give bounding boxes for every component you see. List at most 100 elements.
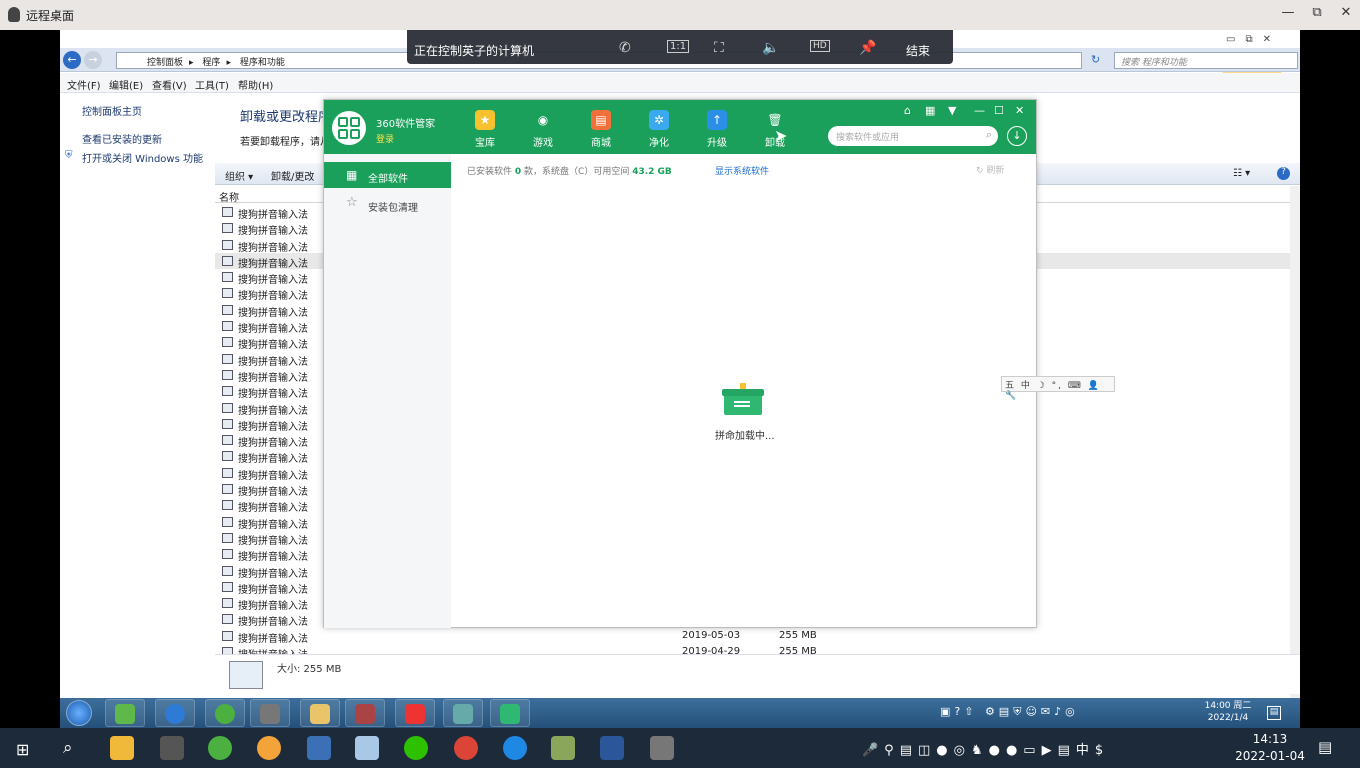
control-panel-home-link[interactable]: 控制面板主页 <box>82 103 142 118</box>
menu-view[interactable]: 查看(V) <box>152 77 187 92</box>
camera-icon[interactable] <box>160 736 184 760</box>
end-button[interactable]: 结束 <box>906 42 930 59</box>
program-name: 搜狗拼音输入法 <box>238 405 308 417</box>
program-name: 搜狗拼音输入法 <box>238 584 308 596</box>
taskbar-clock[interactable]: 14:13 2022-01-04 <box>1230 731 1310 765</box>
menu-tools[interactable]: 工具(T) <box>195 77 229 92</box>
search-input[interactable]: 搜索 程序和功能 <box>1114 52 1298 69</box>
taskbar-ie-icon[interactable] <box>155 699 195 727</box>
table-row[interactable]: 搜狗拼音输入法 2019-05-03 255 MB <box>215 628 1290 645</box>
360-logo-icon <box>332 111 366 145</box>
windows-features-link[interactable]: 打开或关闭 Windows 功能 <box>82 150 203 165</box>
menu-help[interactable]: 帮助(H) <box>238 77 273 92</box>
calculator-icon[interactable] <box>307 736 331 760</box>
forward-icon[interactable]: → <box>84 51 102 69</box>
taskbar-app-icon[interactable] <box>105 699 145 727</box>
sidebar-item-package-cleanup[interactable]: ☆ 安装包清理 <box>324 190 451 216</box>
remote-desktop-icon[interactable] <box>650 736 674 760</box>
system-tray[interactable]: 🎤⚲▤◫●◎♞●●▭▶▤中$ <box>862 739 1109 758</box>
program-icon <box>222 304 233 315</box>
ratio-1-1-icon[interactable]: 1:1 <box>667 40 690 53</box>
nav-upload-arrow[interactable]: ↑ 升级 <box>693 110 741 150</box>
breadcrumb-item[interactable]: 程序和功能 <box>240 58 285 68</box>
program-name: 搜狗拼音输入法 <box>238 633 308 645</box>
refresh-icon[interactable]: ↻ <box>1091 53 1100 66</box>
360-browser-icon[interactable] <box>257 736 281 760</box>
action-center-icon[interactable]: ▤ <box>1318 738 1332 756</box>
envelope-icon[interactable] <box>551 736 575 760</box>
program-name: 搜狗拼音输入法 <box>238 617 308 629</box>
uninstall-change-button[interactable]: 卸载/更改 <box>271 168 314 183</box>
minimize-icon[interactable]: — <box>974 104 985 117</box>
system-tray[interactable]: ▣?⇧ ⚙▤⛨☺✉♪◎ <box>940 705 1079 719</box>
fit-screen-icon[interactable]: ⛶ <box>714 40 724 56</box>
taskbar-360-icon[interactable] <box>490 699 530 727</box>
breadcrumb-item[interactable]: 控制面板 <box>147 58 183 68</box>
refresh-button[interactable]: ↻ 刷新 <box>976 163 1004 176</box>
taskbar-wps-icon[interactable] <box>395 699 435 727</box>
ime-toolbar[interactable]: 五 中 ☽ °, ⌨ 👤 🔧 <box>1001 376 1115 401</box>
windows-start-icon[interactable]: ⊞ <box>16 740 29 759</box>
taskbar-remote-icon[interactable] <box>443 699 483 727</box>
menu-dropdown-icon[interactable]: ▼ <box>948 104 956 117</box>
skin-icon[interactable]: ⌂ <box>904 104 911 117</box>
download-icon[interactable]: ↓ <box>1007 126 1027 146</box>
taskbar-app-icon[interactable] <box>250 699 290 727</box>
program-name: 搜狗拼音输入法 <box>238 307 308 319</box>
fan-icon: ✲ <box>649 110 669 130</box>
sidebar-item-all-software[interactable]: ▦ 全部软件 <box>324 162 451 188</box>
program-name: 搜狗拼音输入法 <box>238 389 308 401</box>
phone-icon[interactable]: ✆ <box>619 40 631 56</box>
taskbar-clock[interactable]: 14:00 周二 2022/1/4 <box>1193 700 1263 724</box>
start-orb-icon[interactable] <box>66 700 92 726</box>
maximize-icon[interactable]: ☐ <box>994 104 1004 117</box>
apps-grid-icon[interactable]: ▦ <box>925 104 935 117</box>
program-icon <box>222 565 233 576</box>
view-installed-updates-link[interactable]: 查看已安装的更新 <box>82 131 162 146</box>
back-icon[interactable]: ← <box>63 51 81 69</box>
close-button[interactable]: ✕ <box>1336 5 1356 23</box>
program-icon <box>222 272 233 283</box>
program-icon <box>222 369 233 380</box>
close-icon[interactable]: ✕ <box>1015 104 1024 117</box>
app-search-input[interactable]: 搜索软件或应用 ⌕ <box>828 126 998 146</box>
program-icon <box>222 500 233 511</box>
menu-edit[interactable]: 编辑(E) <box>109 77 143 92</box>
search-icon[interactable]: ⌕ <box>986 128 992 142</box>
minimize-button[interactable]: — <box>1278 5 1298 23</box>
program-icon <box>222 207 233 217</box>
360-software-manager-window: 360软件管家 登录 ⌂ ▦ ▼ ☐ — ✕ 搜索软件或应用 ⌕ ↓ ★ 宝库 ◉ 游戏… <box>323 99 1037 628</box>
taskbar-app-icon[interactable] <box>345 699 385 727</box>
k-app-icon[interactable] <box>503 736 527 760</box>
notification-icon[interactable]: ▤ <box>1267 706 1281 720</box>
pin-icon[interactable]: 📌 <box>859 40 876 56</box>
breadcrumb-item[interactable]: 程序 <box>202 58 220 68</box>
file-explorer-icon[interactable] <box>110 736 134 760</box>
nav-fan[interactable]: ✲ 净化 <box>635 110 683 150</box>
view-options-icon[interactable]: ☷ ▾ <box>1233 168 1250 179</box>
menu-bar: 文件(F) 编辑(E) 查看(V) 工具(T) 帮助(H) <box>60 73 1300 93</box>
notes-icon[interactable] <box>355 736 379 760</box>
organize-button[interactable]: 组织 ▾ <box>225 168 253 183</box>
nav-gamepad[interactable]: ◉ 游戏 <box>519 110 567 150</box>
explorer-window-controls[interactable]: ▭⧉✕ <box>1226 34 1281 45</box>
hd-icon[interactable]: HD <box>810 40 830 52</box>
browser-icon[interactable] <box>208 736 232 760</box>
taskbar-folder-icon[interactable] <box>300 699 340 727</box>
show-system-software-link[interactable]: 显示系统软件 <box>715 164 769 177</box>
nav-shopping-bag[interactable]: ▤ 商城 <box>577 110 625 150</box>
help-icon[interactable]: ? <box>1277 167 1290 180</box>
search-icon[interactable]: ⌕ <box>63 738 73 758</box>
menu-file[interactable]: 文件(F) <box>67 77 101 92</box>
chrome-icon[interactable] <box>454 736 478 760</box>
program-name: 搜狗拼音输入法 <box>238 275 308 287</box>
restore-button[interactable]: ⧉ <box>1307 5 1327 23</box>
volume-icon[interactable]: 🔈 <box>762 40 779 56</box>
nav-star[interactable]: ★ 宝库 <box>461 110 509 150</box>
login-link[interactable]: 登录 <box>376 132 394 145</box>
taskbar-browser-icon[interactable] <box>205 699 245 727</box>
program-icon <box>222 255 233 266</box>
scrollbar[interactable] <box>1290 186 1300 699</box>
wechat-icon[interactable] <box>404 736 428 760</box>
word-icon[interactable] <box>600 736 624 760</box>
